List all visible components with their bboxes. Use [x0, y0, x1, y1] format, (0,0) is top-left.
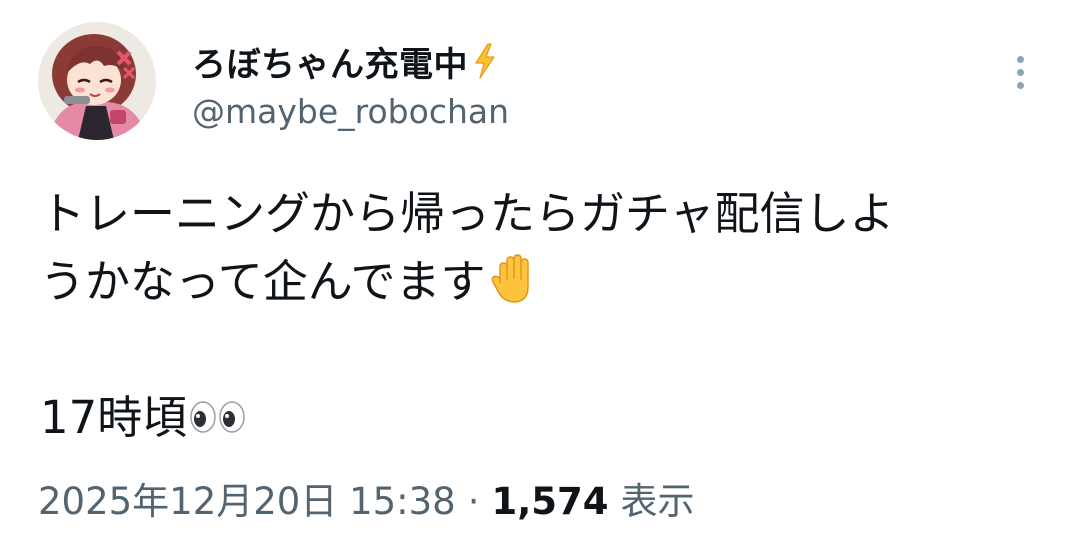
anime-girl-avatar-icon [38, 22, 156, 140]
more-options-icon[interactable] [1002, 48, 1038, 96]
author-name-row[interactable]: ろぼちゃん充電中 [192, 36, 498, 86]
views-count: 1,574 [491, 480, 609, 523]
tweet-text-line-3: 17時頃 [40, 384, 1040, 452]
meta-separator: · [467, 480, 480, 523]
raised-hand-icon [491, 254, 529, 303]
eyes-icon [190, 401, 246, 433]
tweet-metadata: 2025年12月20日 15:38 · 1,574 表示 [38, 474, 695, 530]
tweet-text-line-2-text: うかなって企んでます [40, 255, 486, 308]
tweet-text-line-3-text: 17時頃 [40, 391, 188, 444]
user-handle[interactable]: @maybe_robochan [192, 92, 509, 131]
tweet-text-line-1: トレーニングから帰ったらガチャ配信しよ [40, 187, 895, 240]
timestamp[interactable]: 2025年12月20日 15:38 [38, 480, 456, 523]
tweet-text: トレーニングから帰ったらガチャ配信しよ うかなって企んでます 17時頃 [40, 180, 1040, 452]
display-name[interactable]: ろぼちゃん充電中 [192, 37, 468, 86]
views-label: 表示 [620, 480, 695, 523]
avatar[interactable] [38, 22, 156, 140]
lightning-bolt-icon [475, 43, 495, 79]
tweet-text-line-2: うかなって企んでます [40, 248, 1040, 316]
